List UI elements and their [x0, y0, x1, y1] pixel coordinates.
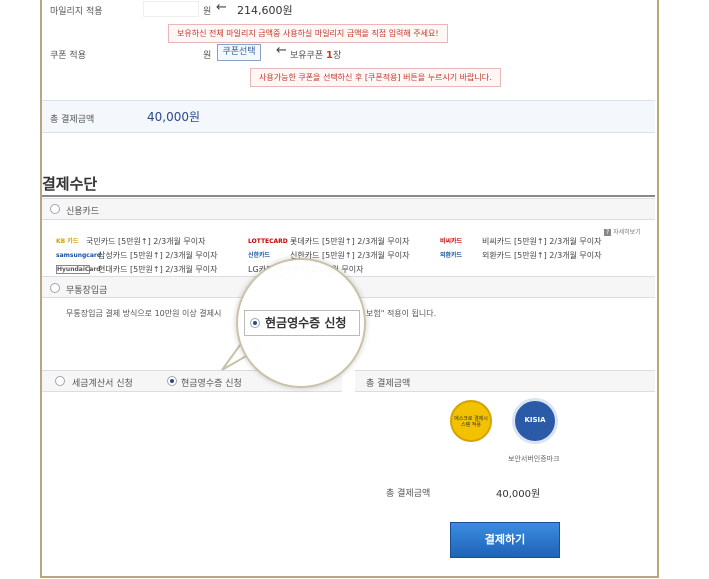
bubble-label: 현금영수증 신청 [265, 316, 347, 330]
summary-total-label: 총 결제금액 [386, 489, 431, 499]
bc-card-logo: 비씨카드 [440, 238, 463, 245]
badge-caption: 보안서버인증마크 [508, 455, 560, 463]
card-row-1: KB 카드 국민카드 [5만원↑] 2/3개월 무이자 [56, 237, 206, 246]
mileage-unit: 원 [203, 7, 212, 17]
mileage-label: 마일리지 적용 [50, 7, 103, 17]
total-bar [42, 100, 655, 133]
payment-title: 결제수단 [42, 175, 98, 193]
bank-note-suffix: 보험" 적용이 됩니다. [366, 309, 437, 318]
kb-card-logo: KB 카드 [56, 238, 79, 245]
samsung-card-logo: samsungcard [56, 252, 102, 259]
bubble-radio[interactable] [250, 318, 260, 328]
total-label: 총 결제금액 [50, 115, 95, 125]
coupon-unit: 원 [203, 51, 212, 61]
cash-receipt-radio[interactable] [167, 376, 177, 386]
tax-invoice-label: 세금계산서 신청 [72, 379, 133, 389]
card-row-2: samsungcard 삼성카드 [5만원↑] 2/3개월 무이자 [56, 251, 218, 260]
summary-header-label: 총 결제금액 [366, 379, 411, 389]
card-row-2c: 외환카드 외환카드 [5만원↑] 2/3개월 무이자 [440, 251, 602, 260]
credit-card-header [42, 198, 655, 220]
bank-label: 무통장입금 [66, 286, 108, 296]
coupon-arrow-icon: ← [276, 43, 287, 58]
keb-card-logo: 외환카드 [440, 252, 463, 259]
hyundai-card-logo: HyundaiCard [56, 265, 101, 274]
mileage-notice: 보유하신 전체 마일리지 금액중 사용하실 마일리지 금액을 직접 입력해 주세… [168, 24, 448, 43]
credit-card-radio[interactable] [50, 204, 60, 214]
mileage-input[interactable] [143, 1, 199, 17]
summary-total-amount: 40,000원 [496, 489, 541, 500]
cash-receipt-label: 현금영수증 신청 [181, 379, 242, 389]
kisia-badge: KISIA [512, 398, 558, 444]
coupon-select-button[interactable]: 쿠폰선택 [217, 44, 261, 61]
tax-invoice-radio[interactable] [55, 376, 65, 386]
credit-card-label: 신용카드 [66, 207, 100, 217]
bank-note: 무통장입금 결제 방식으로 10만원 이상 결제시 [66, 309, 222, 318]
card-row-2b: 신한카드 신한카드 [5만원↑] 2/3개월 무이자 [248, 251, 410, 260]
info-link[interactable]: ? 자세히보기 [604, 227, 641, 236]
card-row-1c: 비씨카드 비씨카드 [5만원↑] 2/3개월 무이자 [440, 237, 602, 246]
coupon-label: 쿠폰 적용 [50, 51, 86, 61]
card-row-3: HyundaiCard 현대카드 [5만원↑] 2/3개월 무이자 [56, 265, 218, 274]
total-amount: 40,000원 [147, 110, 201, 124]
mileage-balance: 214,600원 [237, 4, 293, 17]
lotte-card-logo: LOTTECARD [248, 238, 288, 245]
bank-radio[interactable] [50, 283, 60, 293]
card-row-1b: LOTTECARD 롯데카드 [5만원↑] 2/3개월 무이자 [248, 237, 410, 246]
pay-button[interactable]: 결제하기 [450, 522, 560, 558]
mileage-arrow-icon: ← [216, 0, 227, 15]
coupon-notice: 사용가능한 쿠폰을 선택하신 후 [쿠폰적용] 버튼을 누르시기 바랍니다. [250, 68, 501, 87]
divider [42, 195, 655, 197]
escrow-badge: 에스크로 결제시스템 적용 [450, 400, 492, 442]
coupon-owned: 보유쿠폰 1장 [290, 50, 342, 61]
shinhan-card-logo: 신한카드 [248, 252, 271, 259]
